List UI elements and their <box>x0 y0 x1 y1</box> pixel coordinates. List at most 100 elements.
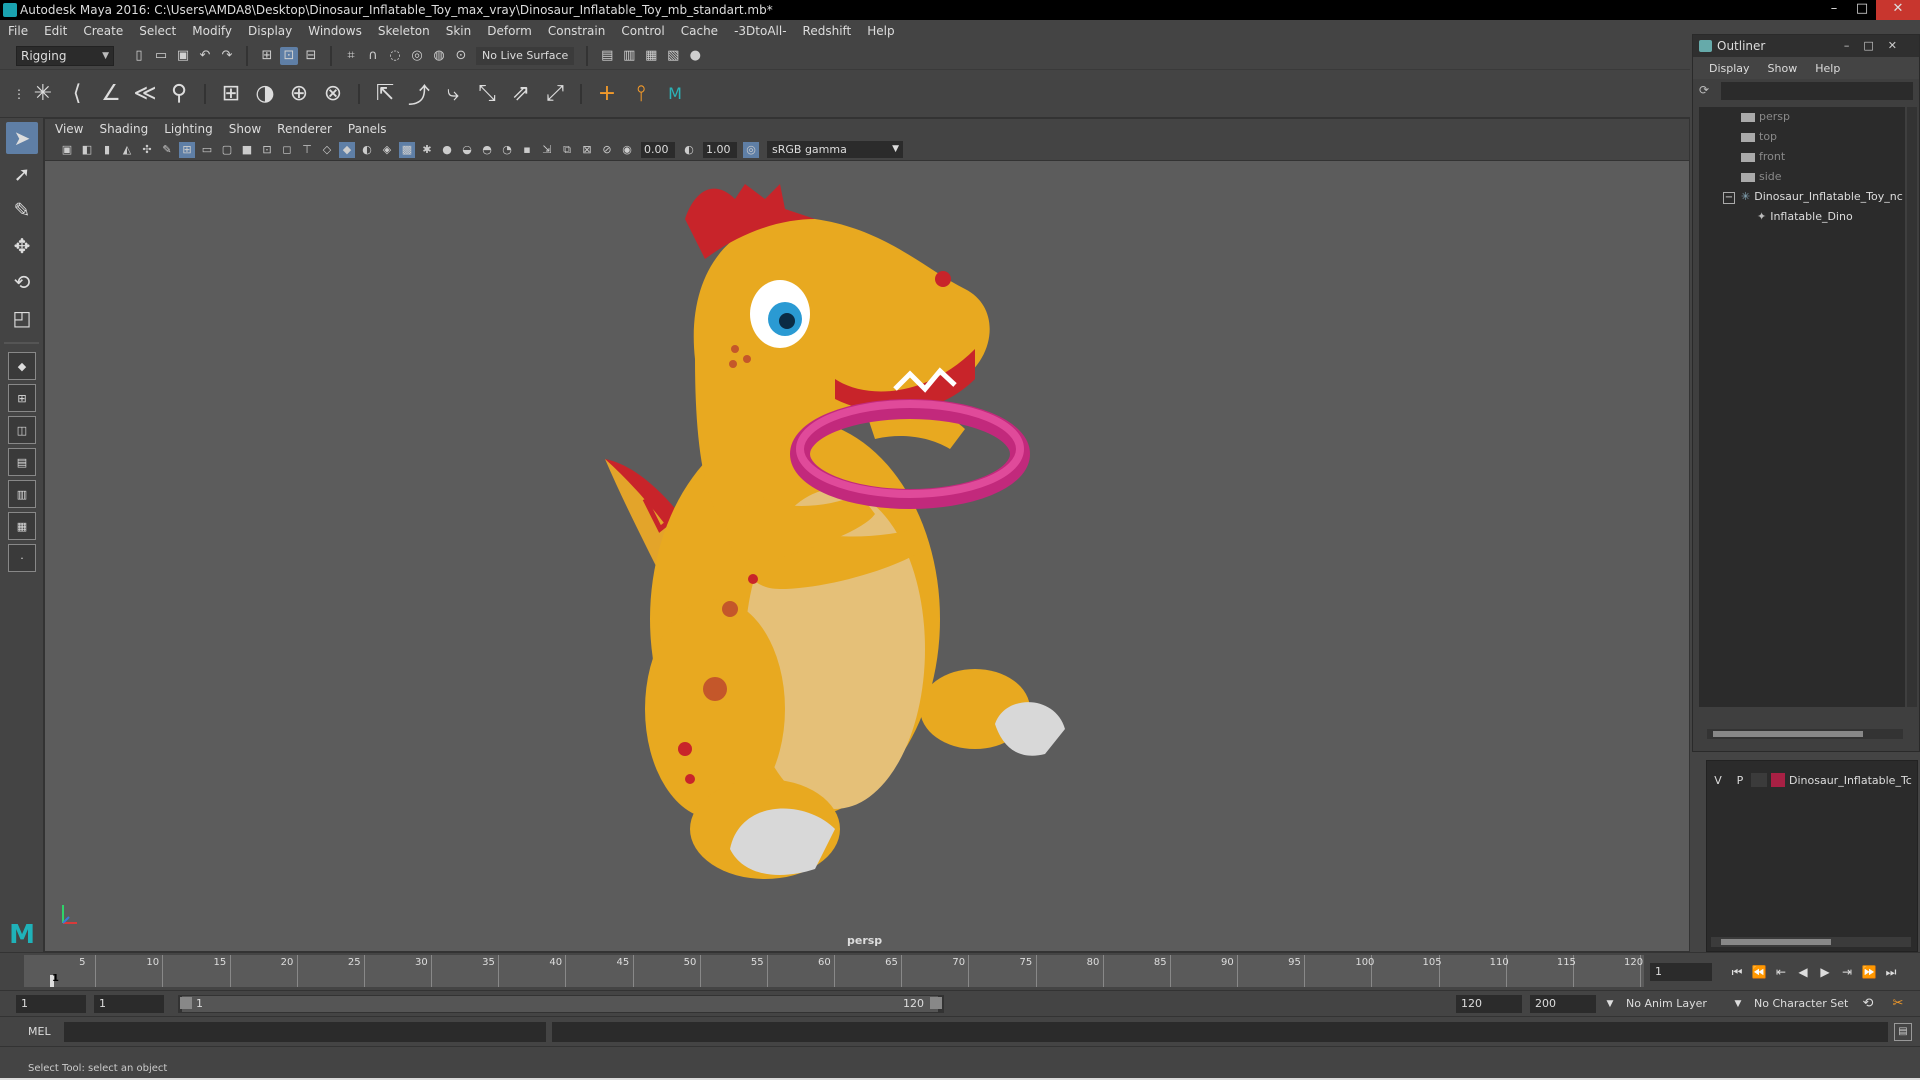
menu-constrain[interactable]: Constrain <box>548 24 606 38</box>
character-set-dropdown[interactable]: No Character Set <box>1750 995 1860 1013</box>
scale-constraint-icon[interactable]: ⤡ <box>470 77 504 111</box>
menu-set-selector[interactable]: Rigging ▼ <box>16 45 114 66</box>
maya-shelf-logo-icon[interactable]: M <box>658 77 692 111</box>
outliner-menu-show[interactable]: Show <box>1768 62 1798 75</box>
range-slider-bar[interactable]: 1 120 <box>178 995 944 1013</box>
point-constraint-icon[interactable]: ⤴ <box>402 77 436 111</box>
open-scene-icon[interactable]: ▭ <box>152 47 170 65</box>
menu-deform[interactable]: Deform <box>487 24 532 38</box>
go-to-start-icon[interactable]: ⏮ <box>1726 961 1748 983</box>
animation-start-field[interactable]: 1 <box>16 995 86 1013</box>
viewport-menu-view[interactable]: View <box>55 122 83 136</box>
hypershade-layout-icon[interactable]: ▦ <box>8 512 36 540</box>
select-object-icon[interactable]: ⊡ <box>280 46 298 65</box>
bookmark-icon[interactable]: ▮ <box>99 142 115 158</box>
chevron-down-icon[interactable]: ▼ <box>1728 995 1748 1013</box>
safe-title-icon[interactable]: ⊤ <box>299 142 315 158</box>
move-tool-icon[interactable]: ✥ <box>6 230 38 262</box>
new-scene-icon[interactable]: ▯ <box>130 47 148 65</box>
step-forward-icon[interactable]: ⏩ <box>1858 961 1880 983</box>
menu-redshift[interactable]: Redshift <box>803 24 852 38</box>
two-pane-layout-icon[interactable]: ◫ <box>8 416 36 444</box>
menu-select[interactable]: Select <box>139 24 176 38</box>
lattice-icon[interactable]: ⊕ <box>282 77 316 111</box>
viewport-menu-renderer[interactable]: Renderer <box>277 122 332 136</box>
scale-tool-icon[interactable]: ◰ <box>6 302 38 334</box>
ipr-render-icon[interactable]: ▦ <box>642 47 660 65</box>
outliner-item-dinosaur-group[interactable]: − ✳ Dinosaur_Inflatable_Toy_nc <box>1699 187 1905 207</box>
aim-constraint-icon[interactable]: ⇗ <box>504 77 538 111</box>
menu-file[interactable]: File <box>8 24 28 38</box>
menu-skin[interactable]: Skin <box>446 24 472 38</box>
play-forward-icon[interactable]: ▶ <box>1814 961 1836 983</box>
outliner-vertical-scrollbar[interactable] <box>1907 107 1917 707</box>
menu-display[interactable]: Display <box>248 24 292 38</box>
go-to-end-icon[interactable]: ⏭ <box>1880 961 1902 983</box>
select-hierarchy-icon[interactable]: ⊞ <box>258 47 276 65</box>
ik-handle-icon[interactable]: ∠ <box>94 77 128 111</box>
menu-create[interactable]: Create <box>83 24 123 38</box>
animation-preferences-icon[interactable]: ✂ <box>1888 995 1908 1013</box>
script-editor-icon[interactable]: ▤ <box>1894 1023 1912 1041</box>
render-frame-icon[interactable]: ▥ <box>620 47 638 65</box>
layer-color-swatch[interactable] <box>1771 773 1785 787</box>
joint-tool-icon[interactable]: ✳ <box>26 77 60 111</box>
resolution-gate-icon[interactable]: ▢ <box>219 142 235 158</box>
outliner-menu-display[interactable]: Display <box>1709 62 1750 75</box>
outliner-window-controls[interactable]: –□✕ <box>1844 35 1911 57</box>
display-layer-row[interactable]: V P Dinosaur_Inflatable_Tc <box>1707 771 1917 789</box>
smooth-shade-icon[interactable]: ◆ <box>339 141 355 158</box>
persp-graph-layout-icon[interactable]: ▥ <box>8 480 36 508</box>
step-back-icon[interactable]: ⏪ <box>1748 961 1770 983</box>
dinosaur-model[interactable] <box>565 149 1185 909</box>
outliner-item-inflatable-dino[interactable]: ✦ Inflatable_Dino <box>1699 207 1905 227</box>
grid-toggle-icon[interactable]: ⊞ <box>179 141 195 158</box>
outliner-item-side[interactable]: side <box>1699 167 1905 187</box>
scrollbar-thumb[interactable] <box>1713 731 1863 737</box>
orient-constraint-icon[interactable]: ⤷ <box>436 77 470 111</box>
viewport-menu-panels[interactable]: Panels <box>348 122 387 136</box>
bind-skin-icon[interactable]: ⊞ <box>214 77 248 111</box>
viewport-menu-lighting[interactable]: Lighting <box>164 122 213 136</box>
locator-joint-icon[interactable]: ⫯ <box>624 77 658 111</box>
range-bar[interactable] <box>182 996 938 1012</box>
paint-select-icon[interactable]: ✎ <box>6 194 38 226</box>
playback-end-field[interactable]: 120 <box>1456 995 1522 1013</box>
save-scene-icon[interactable]: ▣ <box>174 47 192 65</box>
current-frame-field[interactable]: 1 <box>1650 963 1712 981</box>
scrollbar-thumb[interactable] <box>1721 939 1831 945</box>
render-settings-icon[interactable]: ▧ <box>664 47 682 65</box>
snap-point-icon[interactable]: ◌ <box>386 47 404 65</box>
menu-edit[interactable]: Edit <box>44 24 67 38</box>
range-start-handle[interactable] <box>180 997 192 1009</box>
screen-space-ao-icon[interactable]: ◒ <box>459 142 475 158</box>
camera-attributes-icon[interactable]: ◧ <box>79 142 95 158</box>
range-end-handle[interactable] <box>930 997 942 1009</box>
command-input[interactable] <box>64 1022 546 1042</box>
lasso-tool-icon[interactable]: ➚ <box>6 158 38 190</box>
make-live-icon[interactable]: ⊙ <box>452 47 470 65</box>
snap-curve-icon[interactable]: ∩ <box>364 47 382 65</box>
ik-spline-icon[interactable]: ≪ <box>128 77 162 111</box>
image-plane-icon[interactable]: ◭ <box>119 142 135 158</box>
four-view-layout-icon[interactable]: ⊞ <box>8 384 36 412</box>
undo-icon[interactable]: ↶ <box>196 47 214 65</box>
textured-icon[interactable]: ▩ <box>399 141 415 158</box>
playback-start-field[interactable]: 1 <box>94 995 164 1013</box>
menu-windows[interactable]: Windows <box>308 24 362 38</box>
layer-playback-toggle[interactable]: P <box>1729 774 1751 787</box>
safe-action-icon[interactable]: ◻ <box>279 142 295 158</box>
persp-outliner-layout-icon[interactable]: ▤ <box>8 448 36 476</box>
outliner-item-persp[interactable]: persp <box>1699 107 1905 127</box>
wireframe-on-shaded-icon[interactable]: ◈ <box>379 142 395 158</box>
menu-control[interactable]: Control <box>621 24 664 38</box>
outliner-search-input[interactable] <box>1721 82 1913 100</box>
field-chart-icon[interactable]: ⊡ <box>259 142 275 158</box>
snap-view-icon[interactable]: ◎ <box>408 47 426 65</box>
viewport-menu-shading[interactable]: Shading <box>99 122 148 136</box>
film-gate-icon[interactable]: ▭ <box>199 142 215 158</box>
layer-display-type[interactable] <box>1751 773 1767 787</box>
anim-layer-dropdown[interactable]: No Anim Layer <box>1622 995 1742 1013</box>
step-forward-key-icon[interactable]: ⇥ <box>1836 961 1858 983</box>
humanik-icon[interactable]: ⚲ <box>162 77 196 111</box>
